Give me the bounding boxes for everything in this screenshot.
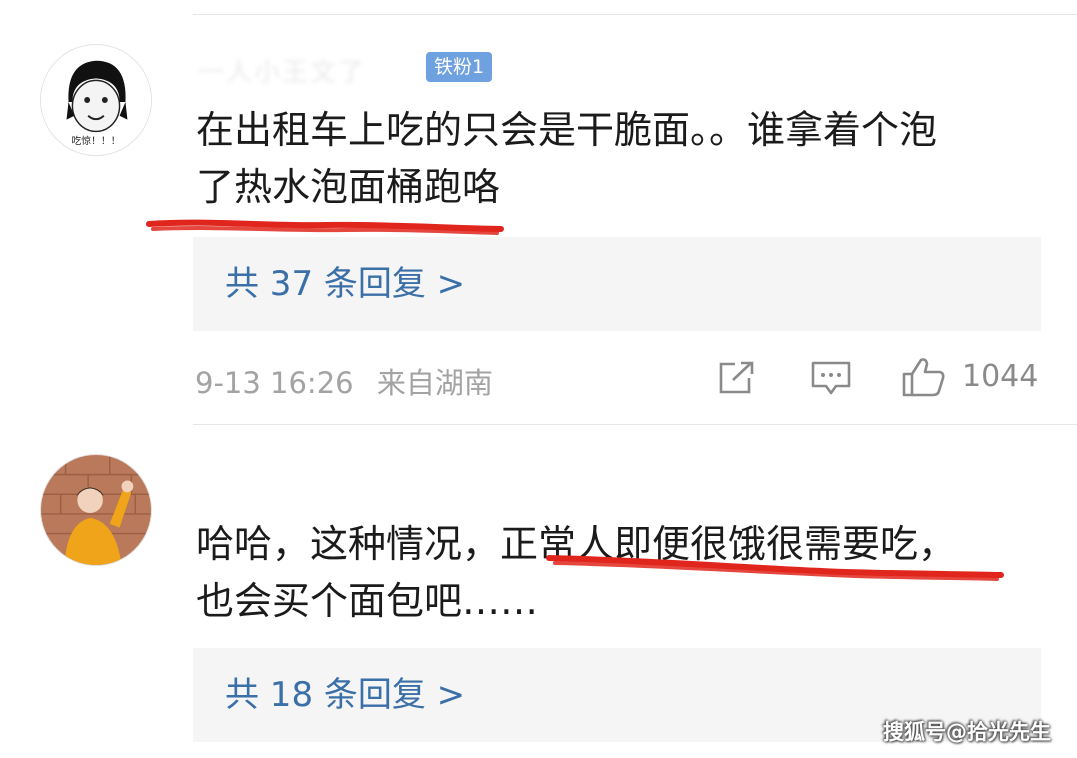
divider-top <box>193 14 1077 15</box>
comment-icon[interactable] <box>810 360 852 398</box>
watermark: 搜狐号@拾光先生 <box>883 720 1051 744</box>
avatar[interactable] <box>40 454 152 566</box>
red-underline-mark <box>546 555 1004 581</box>
location: 来自湖南 <box>376 366 493 400</box>
photo-avatar <box>41 455 151 565</box>
comment-text: 在出租车上吃的只会是干脆面。。谁拿着个泡 了热水泡面桶跑咯 <box>196 102 1046 216</box>
meme-face-avatar: 吃惊！！！ <box>41 45 151 155</box>
reply-box: 共 37 条回复 > <box>193 237 1041 331</box>
timestamp: 9-13 16:26 <box>195 366 354 400</box>
avatar[interactable]: 吃惊！！！ <box>40 44 152 156</box>
svg-text:吃惊！！！: 吃惊！！！ <box>71 134 120 147</box>
comment-meta: 9-13 16:26 来自湖南 <box>195 360 493 402</box>
share-icon[interactable] <box>717 360 757 396</box>
comment-text-line: 了热水泡面桶跑咯 <box>196 165 501 209</box>
thumbs-up-icon[interactable] <box>901 356 947 398</box>
fan-badge: 铁粉1 <box>426 52 493 82</box>
divider <box>193 424 1077 425</box>
view-replies-link[interactable]: 共 18 条回复 > <box>225 648 465 742</box>
comment-text-line: 在出租车上吃的只会是干脆面。。谁拿着个泡 <box>196 108 938 152</box>
view-replies-link[interactable]: 共 37 条回复 > <box>225 237 465 331</box>
username[interactable]: 一人小王文了 <box>198 52 366 89</box>
like-count: 1044 <box>962 359 1039 394</box>
